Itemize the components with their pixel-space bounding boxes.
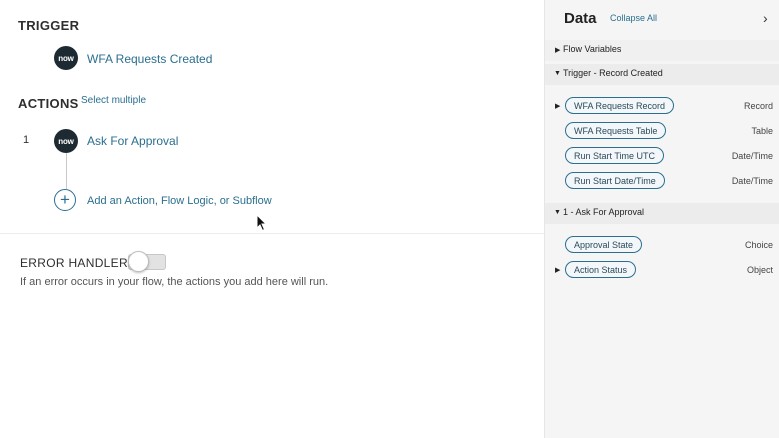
data-pill-action-status[interactable]: Action Status bbox=[565, 261, 637, 278]
now-logo-icon: now bbox=[54, 129, 78, 153]
caret-right-icon[interactable]: ▶ bbox=[555, 102, 560, 110]
group-ask-for-approval[interactable]: ▼ 1 - Ask For Approval bbox=[545, 203, 779, 224]
group-label: 1 - Ask For Approval bbox=[563, 207, 645, 217]
chevron-right-icon[interactable]: › bbox=[763, 10, 768, 26]
caret-down-icon: ▼ bbox=[554, 209, 561, 216]
group-label: Flow Variables bbox=[563, 44, 622, 54]
data-pill-approval-state[interactable]: Approval State bbox=[565, 236, 643, 253]
data-type: Record bbox=[743, 101, 773, 111]
error-handler-helper: If an error occurs in your flow, the act… bbox=[20, 276, 329, 288]
group-label: Trigger - Record Created bbox=[563, 68, 663, 78]
plus-icon[interactable]: + bbox=[54, 189, 76, 211]
now-logo-icon: now bbox=[54, 46, 78, 70]
data-pill-run-start-time-utc[interactable]: Run Start Time UTC bbox=[565, 147, 665, 164]
action-ask-for-approval[interactable]: Ask For Approval bbox=[87, 134, 178, 148]
data-panel-title: Data bbox=[564, 10, 597, 27]
flow-editor: TRIGGER now WFA Requests Created ACTIONS… bbox=[0, 0, 544, 438]
data-type: Table bbox=[751, 126, 773, 136]
select-multiple-link[interactable]: Select multiple bbox=[81, 95, 146, 106]
step-number: 1 bbox=[23, 134, 30, 146]
group-trigger-record-created[interactable]: ▼ Trigger - Record Created bbox=[545, 64, 779, 85]
trigger-label[interactable]: WFA Requests Created bbox=[87, 52, 212, 66]
flow-connector-line bbox=[66, 153, 67, 189]
data-type: Choice bbox=[744, 240, 773, 250]
caret-down-icon: ▼ bbox=[554, 70, 561, 77]
error-handler-heading: ERROR HANDLER bbox=[20, 256, 128, 270]
caret-right-icon[interactable]: ▶ bbox=[555, 266, 560, 274]
add-action-link[interactable]: Add an Action, Flow Logic, or Subflow bbox=[87, 195, 272, 207]
section-divider bbox=[0, 233, 544, 234]
trigger-heading: TRIGGER bbox=[18, 18, 80, 33]
data-type: Object bbox=[746, 265, 773, 275]
caret-right-icon: ▶ bbox=[555, 47, 561, 54]
toggle-knob bbox=[128, 251, 149, 272]
data-panel: Data Collapse All › ▶ Flow Variables ▼ T… bbox=[544, 0, 779, 438]
data-pill-run-start-date-time[interactable]: Run Start Date/Time bbox=[565, 172, 665, 189]
mouse-cursor-icon bbox=[256, 214, 268, 232]
data-type: Date/Time bbox=[731, 176, 773, 186]
data-pill-wfa-requests-record[interactable]: WFA Requests Record bbox=[565, 97, 675, 114]
actions-heading: ACTIONS bbox=[18, 96, 79, 111]
data-type: Date/Time bbox=[731, 151, 773, 161]
data-pill-wfa-requests-table[interactable]: WFA Requests Table bbox=[565, 122, 667, 139]
error-handler-toggle[interactable] bbox=[128, 251, 166, 272]
collapse-all-link[interactable]: Collapse All bbox=[610, 13, 657, 23]
group-flow-variables[interactable]: ▶ Flow Variables bbox=[545, 40, 779, 61]
